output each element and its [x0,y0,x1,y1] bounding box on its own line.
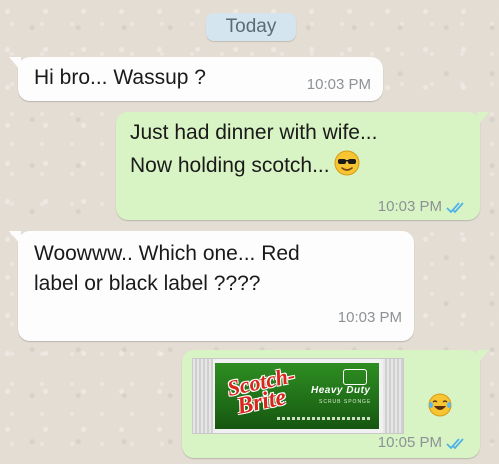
message-time: 10:05 PM [377,434,442,451]
message-bubble-incoming[interactable]: Woowww.. Which one... Red label or black… [9,231,414,341]
message-text-line-1: Just had dinner with wife... [130,121,378,144]
wrapper-crimp-left [193,359,213,433]
message-line-2: Now holding scotch... [130,150,360,181]
message-bubble-incoming[interactable]: Hi bro... Wassup ? 10:03 PM [9,57,383,101]
message-time: 10:03 PM [337,309,402,326]
read-receipt-icon [446,201,466,218]
scotch-brite-image[interactable]: Scotch- Brite Heavy Duty SCRUB SPONGE [192,358,404,434]
message-meta: 10:03 PM [378,198,466,218]
message-bubble-outgoing[interactable]: Just had dinner with wife... Now holding… [116,112,489,220]
pack-fineprint [277,417,371,420]
date-separator: Today [206,13,296,41]
message-text-line-2: label or black label ???? [34,272,261,295]
product-subtext: SCRUB SPONGE [319,399,372,405]
wrapper-crimp-right [383,359,403,433]
message-meta: 10:05 PM [378,434,466,454]
product-variant: Heavy Duty [311,385,371,396]
read-receipt-icon [446,437,466,454]
message-text-line-2: Now holding scotch... [130,154,330,177]
sponge-pack: Scotch- Brite Heavy Duty SCRUB SPONGE [215,362,379,429]
message-bubble-outgoing-image[interactable]: Scotch- Brite Heavy Duty SCRUB SPONGE 10… [182,350,489,458]
sunglasses-emoji-icon [334,150,360,181]
tears-of-joy-emoji-icon [428,393,452,422]
sponge-logo-icon [343,369,367,385]
message-text-line-1: Woowww.. Which one... Red [34,242,300,265]
message-time: 10:03 PM [306,76,371,93]
message-time: 10:03 PM [377,198,442,215]
message-text: Hi bro... Wassup ? [34,66,206,89]
